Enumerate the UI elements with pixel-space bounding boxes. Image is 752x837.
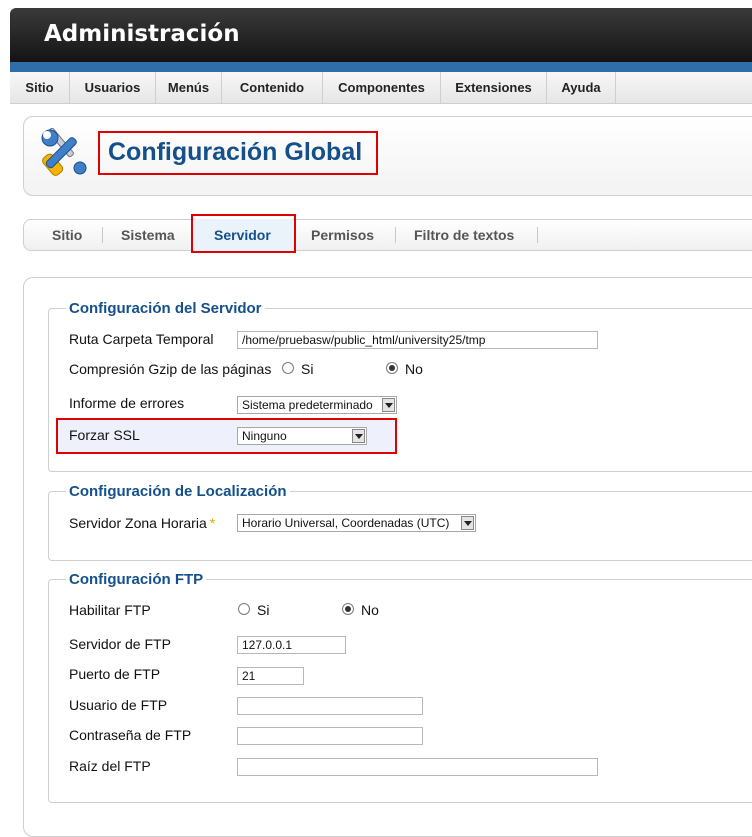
tab-highlight-box — [191, 214, 296, 253]
tmp-path-input[interactable]: /home/pruebasw/public_html/university25/… — [237, 331, 598, 349]
tab-sitio[interactable]: Sitio — [52, 219, 82, 251]
menu-item-componentes[interactable]: Componentes — [323, 72, 441, 104]
tab-separator — [102, 227, 103, 243]
title-highlight-box — [98, 131, 378, 175]
ftp-root-label: Raíz del FTP — [69, 758, 151, 774]
gzip-no-label: No — [405, 361, 423, 377]
menu-item-sitio[interactable]: Sitio — [10, 72, 70, 104]
ftp-user-label: Usuario de FTP — [69, 697, 168, 713]
menu-item-menus[interactable]: Menús — [156, 72, 222, 104]
tab-permisos[interactable]: Permisos — [311, 219, 374, 251]
error-reporting-select[interactable]: Sistema predeterminado — [237, 396, 397, 414]
gzip-label: Compresión Gzip de las páginas — [69, 361, 272, 377]
ftp-root-input[interactable] — [237, 758, 598, 776]
gzip-yes-radio[interactable] — [282, 362, 294, 374]
menu-item-ayuda[interactable]: Ayuda — [547, 72, 616, 104]
ftp-enable-yes-label: Si — [257, 602, 270, 618]
error-reporting-label: Informe de errores — [69, 395, 185, 411]
menu-item-usuarios[interactable]: Usuarios — [70, 72, 156, 104]
header-title: Administración — [44, 21, 240, 47]
ftp-settings-legend: Configuración FTP — [69, 571, 204, 588]
ftp-enable-no-radio[interactable] — [342, 603, 354, 615]
timezone-label: Servidor Zona Horaria * — [69, 515, 215, 531]
error-reporting-value: Sistema predeterminado — [242, 398, 373, 412]
ftp-host-input[interactable]: 127.0.0.1 — [237, 636, 346, 654]
ftp-enable-label: Habilitar FTP — [69, 602, 151, 618]
tools-icon — [41, 128, 87, 176]
chevron-down-icon — [382, 398, 395, 412]
ftp-enable-yes-radio[interactable] — [238, 603, 250, 615]
gzip-yes-label: Si — [301, 361, 314, 377]
ftp-password-label: Contraseña de FTP — [69, 727, 192, 743]
timezone-label-text: Servidor Zona Horaria — [69, 515, 207, 531]
main-menu: Sitio Usuarios Menús Contenido Component… — [10, 72, 752, 104]
ftp-port-label: Puerto de FTP — [69, 666, 161, 682]
locale-settings-legend: Configuración de Localización — [69, 483, 287, 500]
ftp-host-label: Servidor de FTP — [69, 636, 171, 652]
ftp-enable-no-label: No — [361, 602, 379, 618]
gzip-no-radio[interactable] — [386, 362, 398, 374]
timezone-select[interactable]: Horario Universal, Coordenadas (UTC) — [237, 514, 476, 532]
admin-header: Administración — [10, 8, 752, 62]
menu-item-extensiones[interactable]: Extensiones — [441, 72, 547, 104]
chevron-down-icon — [461, 516, 474, 530]
menu-item-contenido[interactable]: Contenido — [222, 72, 323, 104]
force-ssl-highlight-box — [56, 418, 397, 454]
tab-sistema[interactable]: Sistema — [121, 219, 175, 251]
server-settings-legend: Configuración del Servidor — [69, 300, 262, 317]
tmp-path-label: Ruta Carpeta Temporal — [69, 331, 214, 347]
required-mark: * — [209, 515, 216, 531]
ftp-port-input[interactable]: 21 — [237, 667, 304, 685]
header-accent-strip — [10, 62, 752, 72]
ftp-user-input[interactable] — [237, 697, 423, 715]
tab-filtro-textos[interactable]: Filtro de textos — [414, 219, 514, 251]
ftp-password-input[interactable] — [237, 727, 423, 745]
timezone-value: Horario Universal, Coordenadas (UTC) — [242, 516, 450, 530]
tab-separator — [537, 227, 538, 243]
tab-separator — [395, 227, 396, 243]
